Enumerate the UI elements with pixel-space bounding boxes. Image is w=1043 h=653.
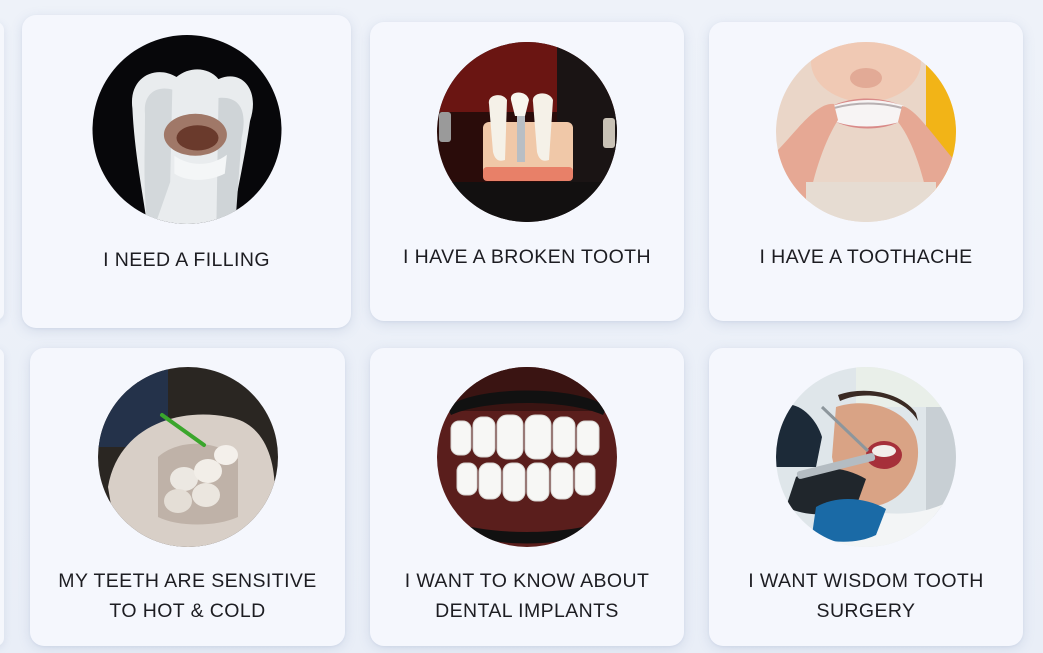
option-card-sensitive-teeth[interactable]: MY TEETH ARE SENSITIVE TO HOT & COLD: [30, 348, 345, 646]
sensitive-teeth-model-image: [97, 367, 278, 547]
option-card-need-filling[interactable]: I NEED A FILLING: [22, 15, 351, 328]
option-card-wisdom-tooth[interactable]: I WANT WISDOM TOOTH SURGERY: [709, 348, 1023, 646]
option-card-dental-implants[interactable]: I WANT TO KNOW ABOUT DENTAL IMPLANTS: [370, 348, 684, 646]
option-label: MY TEETH ARE SENSITIVE TO HOT & COLD: [58, 570, 317, 622]
option-label: I WANT TO KNOW ABOUT DENTAL IMPLANTS: [404, 570, 650, 622]
offscreen-card-edge: [0, 348, 4, 646]
dental-implant-model-image: [437, 42, 617, 222]
white-teeth-closeup-image: [437, 367, 617, 547]
option-label: I WANT WISDOM TOOTH SURGERY: [748, 570, 984, 622]
decayed-tooth-image: [92, 35, 281, 224]
offscreen-card-edge: [0, 22, 4, 320]
option-label: I HAVE A BROKEN TOOTH: [403, 246, 651, 268]
option-label: I HAVE A TOOTHACHE: [759, 246, 973, 268]
clear-aligner-image: [776, 42, 956, 222]
option-card-toothache[interactable]: I HAVE A TOOTHACHE: [709, 22, 1023, 321]
option-label: I NEED A FILLING: [103, 249, 270, 271]
option-card-broken-tooth[interactable]: I HAVE A BROKEN TOOTH: [370, 22, 684, 321]
dental-surgery-image: [776, 367, 956, 547]
